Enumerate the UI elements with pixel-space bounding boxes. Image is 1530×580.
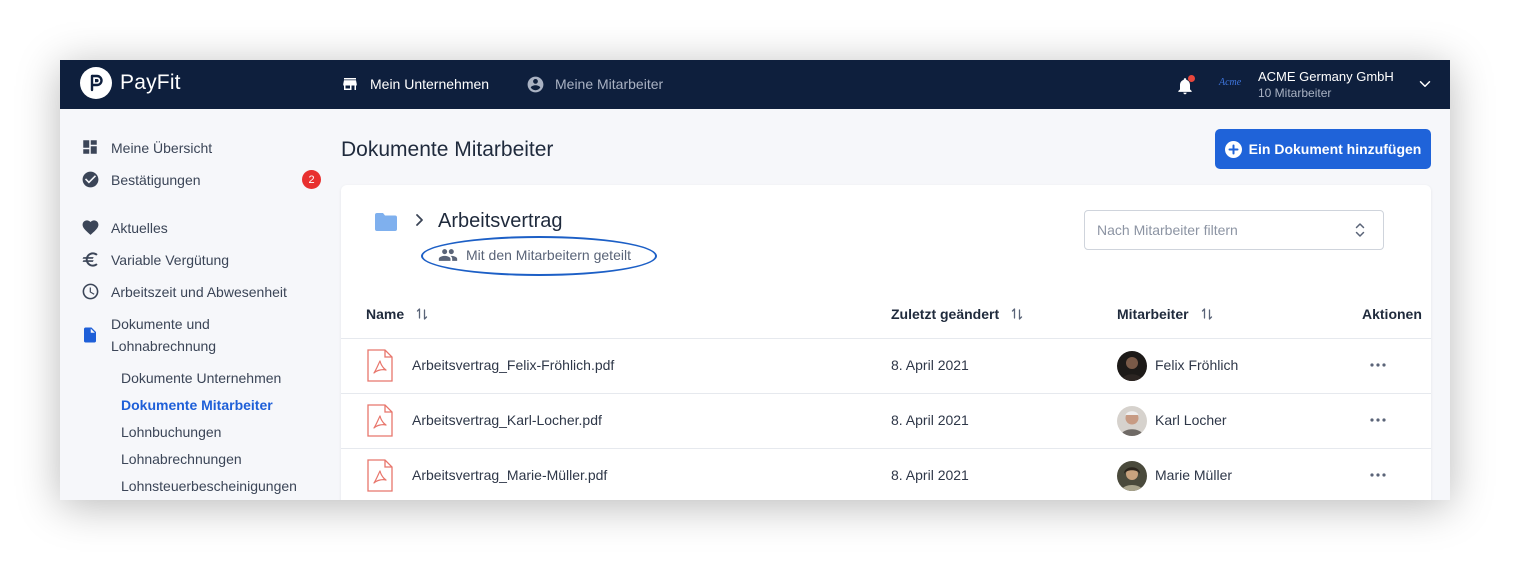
sidebar-item-label: Meine Übersicht: [111, 140, 213, 156]
column-header-name[interactable]: Name: [366, 306, 428, 322]
file-name[interactable]: Arbeitsvertrag_Karl-Locher.pdf: [412, 412, 602, 428]
nav-meine-mitarbeiter[interactable]: Meine Mitarbeiter: [525, 74, 663, 94]
employee-filter-select[interactable]: [1084, 210, 1384, 250]
table-row[interactable]: Arbeitsvertrag_Marie-Müller.pdf 8. April…: [341, 448, 1431, 500]
app-window: PayFit Mein Unternehmen Meine Mitarbeite…: [60, 60, 1450, 500]
employee-name: Marie Müller: [1155, 467, 1233, 483]
avatar: [1117, 406, 1147, 436]
store-icon: [340, 74, 360, 94]
nav-label: Mein Unternehmen: [370, 76, 490, 92]
more-actions-button[interactable]: [1368, 410, 1388, 430]
more-horizontal-icon: [1370, 473, 1386, 477]
modified-date: 8. April 2021: [891, 357, 969, 373]
sidebar-item-variable-verguetung[interactable]: Variable Vergütung: [80, 249, 229, 271]
folder-icon: [375, 213, 397, 231]
document-icon: [80, 325, 100, 345]
clock-icon: [80, 281, 100, 301]
chevron-down-icon[interactable]: [1416, 75, 1434, 93]
chevron-right-icon: [412, 213, 426, 227]
table-row[interactable]: Arbeitsvertrag_Karl-Locher.pdf 8. April …: [341, 393, 1431, 448]
page-title: Dokumente Mitarbeiter: [341, 138, 554, 161]
more-horizontal-icon: [1370, 418, 1386, 422]
more-actions-button[interactable]: [1368, 355, 1388, 375]
dashboard-icon: [80, 137, 100, 157]
plus-circle-icon: [1224, 140, 1242, 158]
pdf-file-icon: [367, 349, 393, 382]
highlight-ellipse: [421, 236, 657, 276]
avatar: [1117, 461, 1147, 491]
check-circle-icon: [80, 169, 100, 189]
table-row[interactable]: Arbeitsvertrag_Felix-Fröhlich.pdf 8. Apr…: [341, 338, 1431, 393]
column-label: Zuletzt geändert: [891, 306, 1000, 322]
account-switcher[interactable]: ACME Germany GmbH 10 Mitarbeiter: [1258, 68, 1394, 101]
column-header-employee[interactable]: Mitarbeiter: [1117, 306, 1213, 322]
sidebar-item-dokumente[interactable]: Dokumente und Lohnabrechnung: [80, 313, 280, 357]
notification-dot: [1188, 75, 1195, 82]
employee-name: Karl Locher: [1155, 412, 1227, 428]
sidebar-item-label: Arbeitszeit und Abwesenheit: [111, 284, 287, 300]
column-label: Aktionen: [1362, 306, 1422, 322]
file-name[interactable]: Arbeitsvertrag_Felix-Fröhlich.pdf: [412, 357, 614, 373]
account-circle-icon: [525, 74, 545, 94]
payfit-logo-icon: [80, 67, 112, 99]
add-document-button[interactable]: Ein Dokument hinzufügen: [1215, 129, 1431, 169]
sidebar-item-label: Dokumente und Lohnabrechnung: [111, 316, 217, 354]
sidebar-subitem-lohnsteuerbescheinigungen[interactable]: Lohnsteuerbescheinigungen: [121, 476, 297, 496]
sort-icon: [1011, 308, 1023, 320]
nav-label: Meine Mitarbeiter: [555, 76, 664, 92]
documents-card: Arbeitsvertrag Mit den Mitarbeitern gete…: [341, 185, 1431, 500]
column-header-date[interactable]: Zuletzt geändert: [891, 306, 1023, 322]
company-logo: Acme: [1219, 77, 1242, 88]
sidebar-subitem-dokumente-unternehmen[interactable]: Dokumente Unternehmen: [121, 368, 281, 388]
top-bar: PayFit Mein Unternehmen Meine Mitarbeite…: [60, 60, 1450, 109]
column-label: Name: [366, 306, 405, 322]
sidebar-subitem-dokumente-mitarbeiter[interactable]: Dokumente Mitarbeiter: [121, 395, 273, 415]
pdf-file-icon: [367, 459, 393, 492]
notification-badge: 2: [302, 170, 321, 189]
add-document-label: Ein Dokument hinzufügen: [1248, 141, 1422, 157]
sidebar-subitem-lohnbuchungen[interactable]: Lohnbuchungen: [121, 422, 221, 442]
heart-icon: [80, 217, 100, 237]
sort-icon: [1201, 308, 1212, 320]
modified-date: 8. April 2021: [891, 467, 969, 483]
company-name: ACME Germany GmbH: [1258, 69, 1394, 84]
column-header-actions: Aktionen: [1362, 306, 1422, 322]
modified-date: 8. April 2021: [891, 412, 969, 428]
employee-name: Felix Fröhlich: [1155, 357, 1239, 373]
sidebar-item-uebersicht[interactable]: Meine Übersicht: [80, 137, 212, 159]
sidebar-item-bestaetigungen[interactable]: Bestätigungen: [80, 169, 201, 191]
file-name[interactable]: Arbeitsvertrag_Marie-Müller.pdf: [412, 467, 607, 483]
folder-title: Arbeitsvertrag: [438, 210, 563, 232]
more-actions-button[interactable]: [1368, 465, 1388, 485]
sidebar-item-label: Bestätigungen: [111, 172, 201, 188]
nav-mein-unternehmen[interactable]: Mein Unternehmen: [340, 74, 489, 94]
sidebar-item-label: Variable Vergütung: [111, 252, 230, 268]
more-horizontal-icon: [1370, 363, 1386, 367]
employee-count: 10 Mitarbeiter: [1258, 86, 1332, 100]
pdf-file-icon: [367, 404, 393, 437]
notifications-button[interactable]: [1174, 74, 1196, 96]
avatar: [1117, 351, 1147, 381]
euro-icon: [80, 249, 100, 269]
sidebar-subitem-lohnabrechnungen[interactable]: Lohnabrechnungen: [121, 449, 242, 469]
unfold-icon: [1353, 221, 1367, 239]
column-label: Mitarbeiter: [1117, 306, 1189, 322]
sidebar: Meine Übersicht Bestätigungen 2 Aktuelle…: [60, 109, 330, 500]
sort-icon: [416, 308, 428, 320]
sidebar-item-arbeitszeit[interactable]: Arbeitszeit und Abwesenheit: [80, 281, 287, 303]
sidebar-item-label: Aktuelles: [111, 220, 168, 236]
app-name: PayFit: [120, 71, 181, 94]
payfit-logo[interactable]: PayFit: [80, 67, 181, 99]
sidebar-item-aktuelles[interactable]: Aktuelles: [80, 217, 168, 239]
